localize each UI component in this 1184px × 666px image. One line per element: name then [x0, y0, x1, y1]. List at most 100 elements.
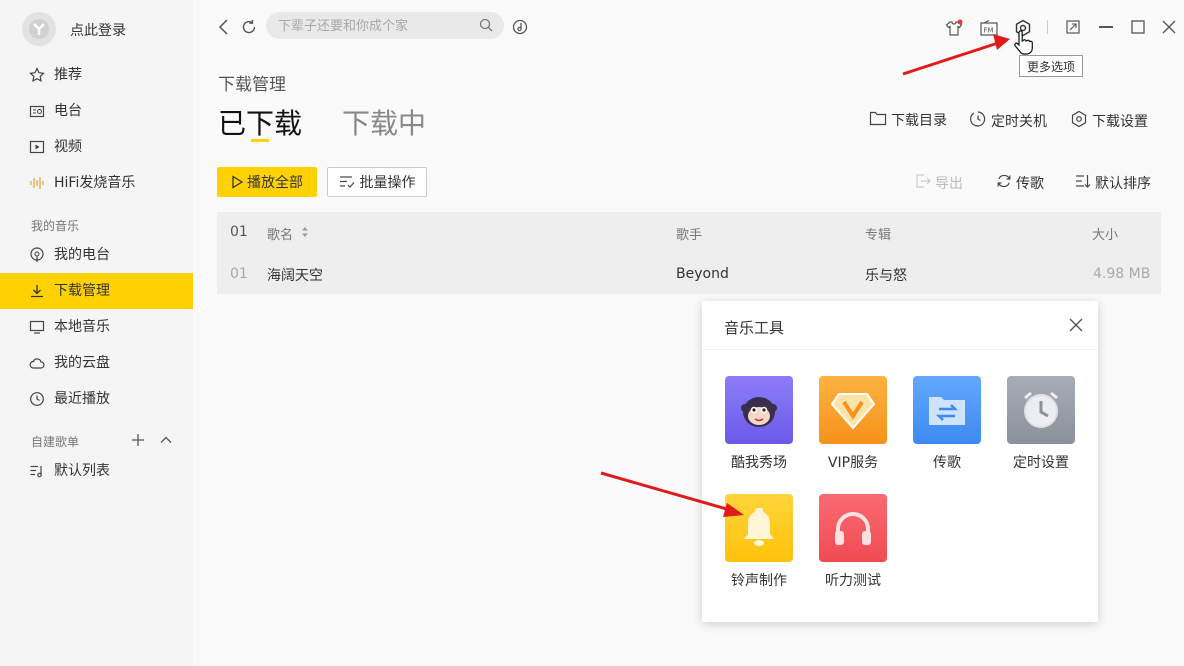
- sort-arrows-icon[interactable]: [301, 225, 309, 243]
- star-icon: [28, 66, 46, 84]
- table-row[interactable]: 01 海阔天空 Beyond 乐与怒 4.98 MB: [217, 253, 1161, 294]
- ringtone-tile: [725, 494, 793, 562]
- hex-settings-icon: [1070, 110, 1088, 132]
- sidebar-item-my-radio[interactable]: 我的电台: [0, 237, 193, 273]
- tool-label: 酷我秀场: [731, 455, 787, 471]
- vip-tile: [819, 376, 887, 444]
- hifi-wave-icon: [28, 174, 46, 192]
- collapse-chevron-icon[interactable]: [159, 433, 173, 451]
- play-all-button[interactable]: 播放全部: [217, 167, 317, 197]
- tool-kuwo-show[interactable]: 酷我秀场: [714, 376, 804, 472]
- export-button[interactable]: 导出: [915, 173, 963, 193]
- row-size: 4.98 MB: [1093, 266, 1151, 282]
- download-folder-link[interactable]: 下载目录: [869, 110, 947, 130]
- download-settings-link[interactable]: 下载设置: [1070, 110, 1148, 132]
- sidebar-item-downloads[interactable]: 下载管理: [0, 273, 193, 309]
- play-all-label: 播放全部: [247, 175, 303, 191]
- close-window-icon[interactable]: [1162, 20, 1176, 38]
- radio-icon: [28, 102, 46, 120]
- section-title-playlists: 自建歌单: [31, 435, 80, 449]
- avatar[interactable]: [22, 12, 56, 46]
- tool-label: VIP服务: [827, 455, 879, 471]
- bell-icon: [744, 508, 774, 546]
- music-tools-dialog: 音乐工具 酷我秀场 VIP服务 传歌 定时设置 铃声制作 听力测试: [702, 301, 1098, 622]
- sync-icon: [996, 173, 1012, 193]
- active-tab-indicator: [251, 139, 269, 142]
- sidebar-item-label: 本地音乐: [54, 319, 110, 335]
- header-index: 01: [230, 224, 248, 240]
- header-song-name[interactable]: 歌名: [267, 224, 293, 243]
- sidebar-item-recommend[interactable]: 推荐: [0, 57, 193, 93]
- sidebar-item-cloud[interactable]: 我的云盘: [0, 345, 193, 381]
- sidebar-item-radio[interactable]: 电台: [0, 93, 193, 129]
- search-icon[interactable]: [479, 18, 493, 36]
- header-album: 专辑: [865, 228, 892, 243]
- sidebar-item-video[interactable]: 视频: [0, 129, 193, 165]
- maximize-icon[interactable]: [1131, 20, 1145, 38]
- tab-downloaded[interactable]: 已下载: [218, 102, 302, 142]
- header-size: 大小: [1092, 228, 1119, 243]
- dialog-header: 音乐工具: [702, 301, 1098, 350]
- song-table: 01 歌名 歌手 专辑 大小 01 海阔天空 Beyond 乐与怒 4.98 M…: [217, 212, 1161, 294]
- row-album[interactable]: 乐与怒: [865, 265, 907, 285]
- clock-icon: [28, 390, 46, 408]
- svg-text:FM: FM: [984, 27, 994, 35]
- transfer-folder-icon: [929, 397, 965, 425]
- sidebar-item-label: 我的电台: [54, 247, 110, 263]
- row-song-name[interactable]: 海阔天空: [267, 265, 323, 285]
- tool-label: 定时设置: [1013, 455, 1069, 471]
- tool-transfer-songs[interactable]: 传歌: [902, 376, 992, 472]
- sidebar-item-label: 默认列表: [54, 463, 110, 479]
- timer-shutdown-link[interactable]: 定时关机: [969, 110, 1047, 132]
- sidebar-item-hifi[interactable]: HiFi发烧音乐: [0, 165, 193, 201]
- kuwo-show-tile: [725, 376, 793, 444]
- download-folder-label: 下载目录: [891, 113, 947, 129]
- tool-hearing-test[interactable]: 听力测试: [808, 494, 898, 590]
- sidebar-item-label: 推荐: [54, 67, 82, 83]
- back-icon[interactable]: [217, 18, 231, 40]
- skin-shirt-icon[interactable]: [945, 19, 963, 41]
- music-recognition-icon[interactable]: [512, 19, 528, 39]
- sidebar-item-default-playlist[interactable]: 默认列表: [0, 453, 193, 489]
- tab-downloading[interactable]: 下载中: [342, 102, 426, 142]
- export-label: 导出: [935, 176, 963, 192]
- tool-vip-service[interactable]: VIP服务: [808, 376, 898, 472]
- download-icon: [28, 282, 46, 300]
- sidebar-item-local-music[interactable]: 本地音乐: [0, 309, 193, 345]
- minimize-icon[interactable]: [1099, 26, 1113, 28]
- transfer-songs-button[interactable]: 传歌: [996, 173, 1044, 193]
- sidebar-item-label: 视频: [54, 139, 82, 155]
- alarm-clock-icon: [1024, 391, 1058, 428]
- more-options-tooltip: 更多选项: [1019, 55, 1083, 77]
- page-title: 下载管理: [218, 75, 286, 95]
- add-playlist-icon[interactable]: [131, 433, 145, 451]
- user-icon: [29, 19, 49, 39]
- timer-icon: [969, 110, 987, 132]
- batch-operation-button[interactable]: 批量操作: [327, 167, 427, 197]
- dialog-title: 音乐工具: [724, 319, 785, 337]
- video-icon: [28, 138, 46, 156]
- batch-list-icon: [339, 175, 355, 189]
- timer-tile: [1007, 376, 1075, 444]
- sidebar-item-recent[interactable]: 最近播放: [0, 381, 193, 417]
- headphones-icon: [835, 512, 871, 545]
- close-dialog-icon[interactable]: [1068, 317, 1084, 337]
- tool-timer-settings[interactable]: 定时设置: [996, 376, 1086, 472]
- tool-ringtone-maker[interactable]: 铃声制作: [714, 494, 804, 590]
- row-artist[interactable]: Beyond: [676, 266, 729, 282]
- sidebar: 点此登录 推荐 电台 视频 HiFi发烧音乐 我的音乐 我的电台 下载管理 本地…: [0, 0, 193, 666]
- refresh-icon[interactable]: [241, 19, 257, 39]
- sidebar-item-label: 最近播放: [54, 391, 110, 407]
- folder-icon: [869, 110, 887, 130]
- hearing-test-tile: [819, 494, 887, 562]
- batch-operation-label: 批量操作: [359, 175, 416, 191]
- login-link[interactable]: 点此登录: [70, 20, 126, 40]
- sidebar-item-label: 我的云盘: [54, 355, 110, 371]
- download-settings-label: 下载设置: [1092, 114, 1148, 130]
- fm-radio-icon[interactable]: FM: [980, 20, 998, 40]
- vip-diamond-icon: [830, 393, 876, 430]
- export-icon: [915, 173, 931, 193]
- search-input[interactable]: [276, 16, 475, 37]
- sort-button[interactable]: 默认排序: [1075, 173, 1151, 193]
- mini-mode-icon[interactable]: [1066, 20, 1080, 38]
